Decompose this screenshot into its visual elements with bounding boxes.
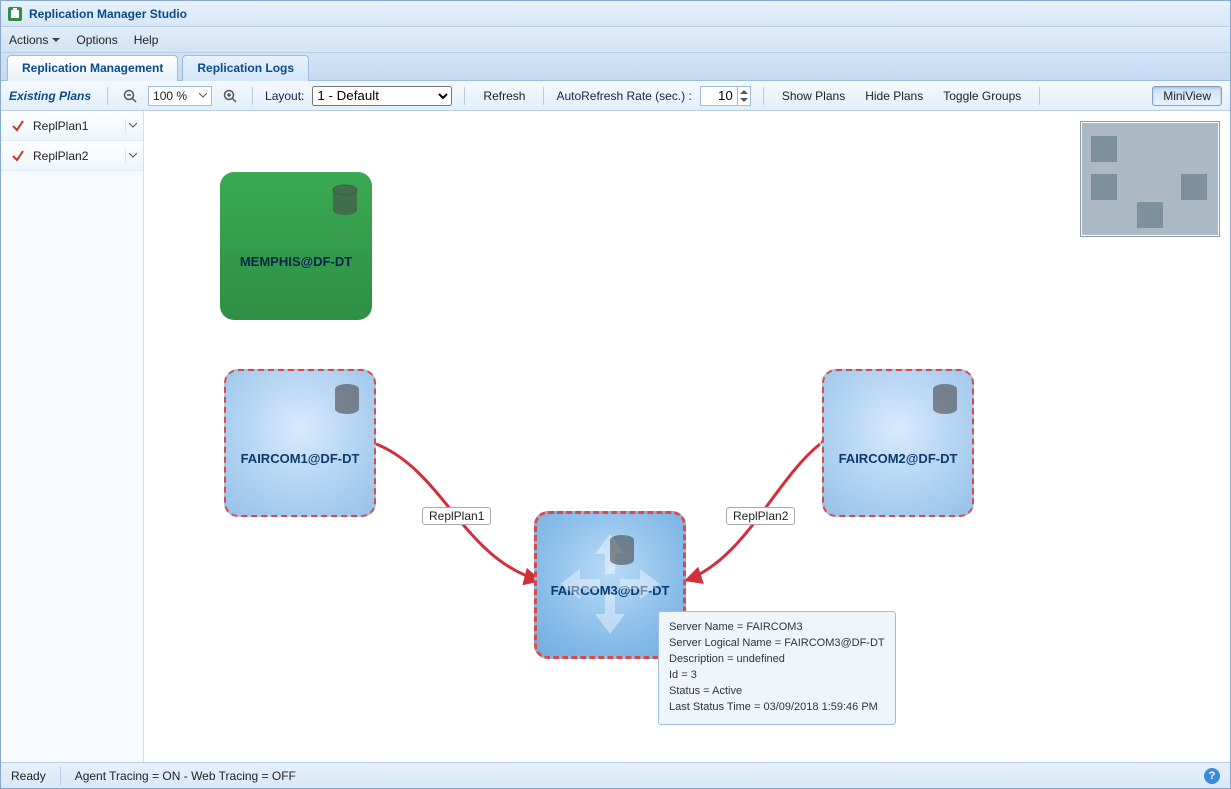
node-memphis[interactable]: MEMPHIS@DF-DT: [220, 172, 372, 320]
autorefresh-input[interactable]: [701, 87, 737, 105]
status-ready: Ready: [11, 769, 46, 783]
show-plans-button[interactable]: Show Plans: [776, 87, 851, 105]
node-faircom2[interactable]: FAIRCOM2@DF-DT: [822, 369, 974, 517]
check-icon: [11, 119, 25, 133]
check-icon: [11, 149, 25, 163]
chevron-down-icon: [199, 89, 207, 103]
sidebar-item-label: ReplPlan2: [33, 149, 88, 163]
autorefresh-spinner[interactable]: [700, 86, 751, 106]
node-label: FAIRCOM1@DF-DT: [241, 451, 360, 466]
node-faircom1[interactable]: FAIRCOM1@DF-DT: [224, 369, 376, 517]
chevron-down-icon[interactable]: [125, 149, 139, 163]
zoom-value: 100 %: [153, 89, 187, 103]
menu-options[interactable]: Options: [76, 33, 117, 47]
edge-label-replplan1[interactable]: ReplPlan1: [422, 507, 491, 525]
toggle-groups-button[interactable]: Toggle Groups: [937, 87, 1027, 105]
node-label: MEMPHIS@DF-DT: [240, 254, 352, 269]
app-title: Replication Manager Studio: [29, 7, 187, 21]
minimap-node: [1181, 174, 1207, 200]
database-icon: [930, 383, 960, 420]
chevron-down-icon: [52, 38, 60, 46]
minimap-node: [1091, 136, 1117, 162]
zoom-in-icon[interactable]: [220, 86, 240, 106]
spinner-up-icon[interactable]: [738, 87, 750, 96]
app-icon: [7, 6, 23, 22]
tooltip-line: Server Name = FAIRCOM3: [669, 620, 885, 636]
canvas[interactable]: MEMPHIS@DF-DT FAIRCOM1@DF-DT FAIRCOM2@DF…: [144, 111, 1230, 762]
database-icon: [607, 534, 637, 571]
chevron-down-icon[interactable]: [125, 119, 139, 133]
sidebar: ReplPlan1 ReplPlan2: [1, 111, 144, 762]
existing-plans-label: Existing Plans: [9, 89, 91, 103]
status-tracing: Agent Tracing = ON - Web Tracing = OFF: [75, 769, 296, 783]
tooltip: Server Name = FAIRCOM3 Server Logical Na…: [658, 611, 896, 725]
minimap-node: [1137, 202, 1163, 228]
titlebar: Replication Manager Studio: [1, 1, 1230, 27]
minimap[interactable]: [1080, 121, 1220, 237]
miniview-button[interactable]: MiniView: [1152, 86, 1222, 106]
menubar: Actions Options Help: [1, 27, 1230, 53]
tab-replication-logs[interactable]: Replication Logs: [182, 55, 309, 81]
autorefresh-label: AutoRefresh Rate (sec.) :: [556, 89, 691, 103]
refresh-button[interactable]: Refresh: [477, 87, 531, 105]
node-label: FAIRCOM2@DF-DT: [839, 451, 958, 466]
sidebar-item-replplan2[interactable]: ReplPlan2: [1, 141, 143, 171]
database-icon: [330, 184, 360, 221]
sidebar-item-label: ReplPlan1: [33, 119, 88, 133]
menu-help[interactable]: Help: [134, 33, 159, 47]
help-icon[interactable]: ?: [1204, 768, 1220, 784]
zoom-out-icon[interactable]: [120, 86, 140, 106]
menu-actions[interactable]: Actions: [9, 33, 60, 47]
layout-select[interactable]: 1 - Default: [312, 86, 452, 106]
tooltip-line: Id = 3: [669, 668, 885, 684]
database-icon: [332, 383, 362, 420]
zoom-select[interactable]: 100 %: [148, 86, 212, 106]
main: ReplPlan1 ReplPlan2 MEMPHIS@DF-DT FA: [1, 111, 1230, 762]
spinner-down-icon[interactable]: [738, 96, 750, 105]
hide-plans-button[interactable]: Hide Plans: [859, 87, 929, 105]
tooltip-line: Status = Active: [669, 684, 885, 700]
minimap-node: [1091, 174, 1117, 200]
menu-actions-label: Actions: [9, 33, 48, 47]
edge-label-replplan2[interactable]: ReplPlan2: [726, 507, 795, 525]
tab-replication-management[interactable]: Replication Management: [7, 55, 178, 81]
toolbar: Existing Plans 100 % Layout: 1 - Default…: [1, 81, 1230, 111]
tooltip-line: Server Logical Name = FAIRCOM3@DF-DT: [669, 636, 885, 652]
tooltip-line: Description = undefined: [669, 652, 885, 668]
tooltip-line: Last Status Time = 03/09/2018 1:59:46 PM: [669, 700, 885, 716]
layout-label: Layout:: [265, 89, 304, 103]
statusbar: Ready Agent Tracing = ON - Web Tracing =…: [1, 762, 1230, 788]
tabstrip: Replication Management Replication Logs: [1, 53, 1230, 81]
sidebar-item-replplan1[interactable]: ReplPlan1: [1, 111, 143, 141]
